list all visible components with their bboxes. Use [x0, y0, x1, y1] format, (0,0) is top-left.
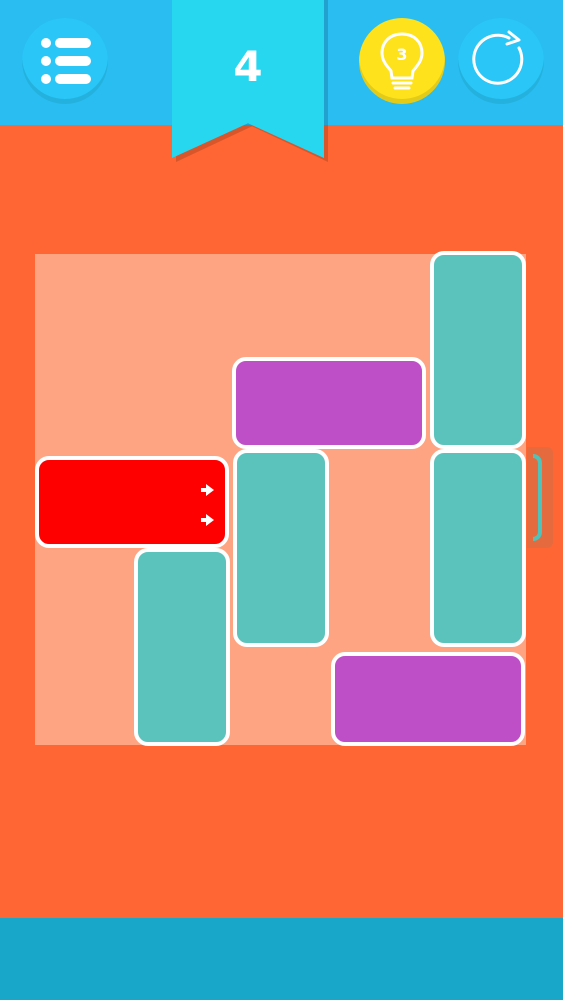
vertical-block-1[interactable] [430, 251, 526, 449]
horizontal-block-1[interactable] [232, 357, 426, 449]
vertical-block-2[interactable] [233, 449, 329, 647]
hint-button[interactable]: 3 [359, 18, 445, 104]
restart-button[interactable] [458, 18, 544, 104]
lightbulb-icon: 3 [380, 32, 424, 90]
vertical-block-4[interactable] [134, 548, 230, 746]
arrow-right-icon [201, 484, 214, 496]
vertical-block-3[interactable] [430, 449, 526, 647]
target-block[interactable] [35, 456, 229, 548]
restart-icon [472, 30, 524, 85]
menu-button[interactable] [22, 18, 108, 104]
horizontal-block-2[interactable] [331, 652, 525, 746]
arrow-right-icon [201, 514, 214, 526]
level-number: 4 [233, 42, 263, 91]
bottom-bar [0, 918, 563, 1000]
exit-bracket-icon [533, 454, 542, 541]
hint-count: 3 [396, 45, 407, 64]
